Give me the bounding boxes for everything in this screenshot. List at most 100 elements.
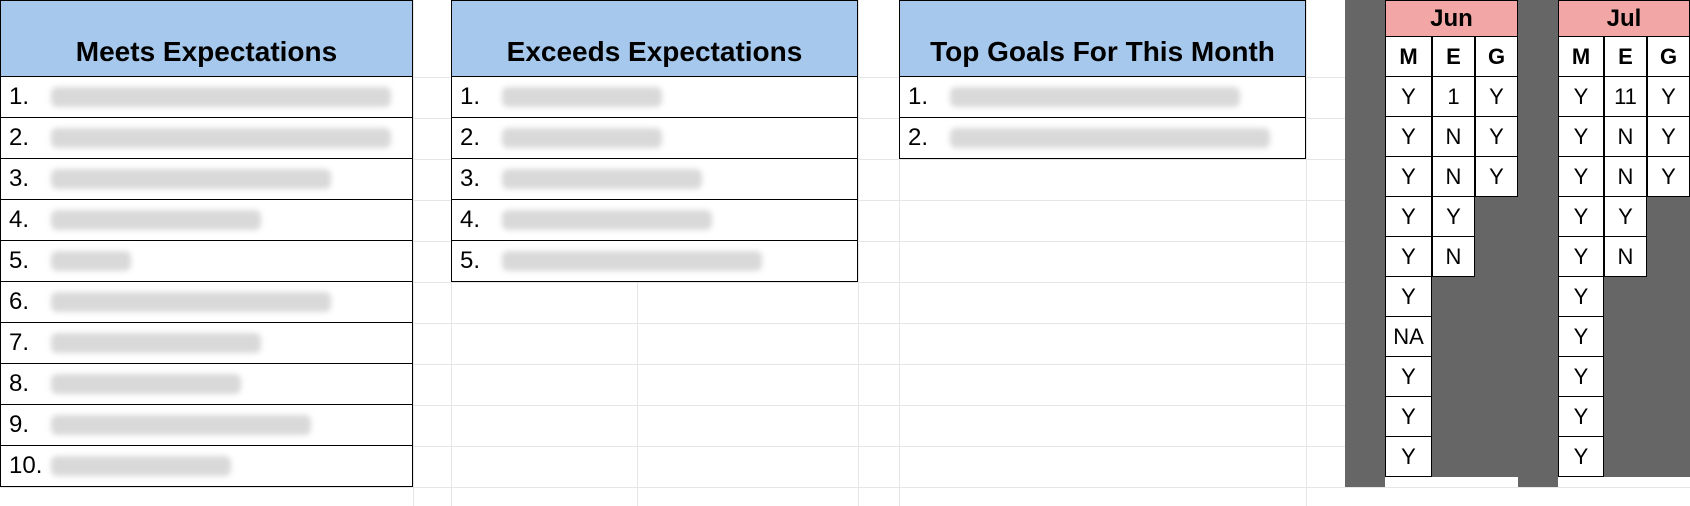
month-cell[interactable]: Y bbox=[1558, 437, 1604, 477]
month-col-head[interactable]: M bbox=[1385, 37, 1432, 77]
month-cell[interactable]: Y bbox=[1647, 117, 1690, 157]
month-cell[interactable]: Y bbox=[1385, 357, 1432, 397]
month-cell[interactable]: Y bbox=[1385, 237, 1432, 277]
goals-item[interactable]: 1. bbox=[899, 77, 1306, 118]
month-cell[interactable]: Y bbox=[1558, 157, 1604, 197]
month-cell[interactable]: N bbox=[1604, 117, 1647, 157]
item-number: 2. bbox=[9, 124, 47, 152]
month-col-head[interactable]: G bbox=[1647, 37, 1690, 77]
month-cell-empty bbox=[1604, 437, 1647, 477]
goals-item[interactable]: 2. bbox=[899, 118, 1306, 159]
month-cell-empty bbox=[1604, 357, 1647, 397]
month-cell[interactable]: Y bbox=[1558, 77, 1604, 117]
month-cell[interactable]: NA bbox=[1385, 317, 1432, 357]
month-cell-empty bbox=[1475, 397, 1518, 437]
month-cell[interactable]: 11 bbox=[1604, 77, 1647, 117]
month-cell[interactable]: Y bbox=[1385, 397, 1432, 437]
meets-item[interactable]: 10. bbox=[0, 446, 413, 487]
month-cell[interactable]: Y bbox=[1558, 197, 1604, 237]
month-cell[interactable]: Y bbox=[1432, 197, 1475, 237]
exceeds-title: Exceeds Expectations bbox=[507, 36, 803, 68]
goals-header[interactable]: Top Goals For This Month bbox=[899, 0, 1306, 77]
month-cell-empty bbox=[1647, 397, 1690, 437]
exceeds-item[interactable]: 5. bbox=[451, 241, 858, 282]
month-cell[interactable]: Y bbox=[1558, 317, 1604, 357]
month-cell[interactable]: Y bbox=[1558, 277, 1604, 317]
exceeds-item[interactable]: 4. bbox=[451, 200, 858, 241]
month-col-head[interactable]: E bbox=[1432, 37, 1475, 77]
redacted-text bbox=[502, 210, 712, 230]
item-number: 3. bbox=[9, 165, 47, 193]
redacted-text bbox=[51, 333, 261, 353]
month-cell[interactable]: Y bbox=[1475, 77, 1518, 117]
item-number: 1. bbox=[908, 83, 946, 111]
meets-item[interactable]: 6. bbox=[0, 282, 413, 323]
month-cell[interactable]: Y bbox=[1558, 397, 1604, 437]
month-cell[interactable]: N bbox=[1604, 237, 1647, 277]
month-cell[interactable]: N bbox=[1432, 237, 1475, 277]
redacted-text bbox=[502, 87, 662, 107]
month-cell[interactable]: Y bbox=[1558, 357, 1604, 397]
month-cell[interactable]: Y bbox=[1385, 197, 1432, 237]
month-cell[interactable]: N bbox=[1604, 157, 1647, 197]
meets-item[interactable]: 7. bbox=[0, 323, 413, 364]
exceeds-item[interactable]: 2. bbox=[451, 118, 858, 159]
meets-item[interactable]: 8. bbox=[0, 364, 413, 405]
month-cell[interactable]: Y bbox=[1385, 437, 1432, 477]
meets-item[interactable]: 5. bbox=[0, 241, 413, 282]
meets-item[interactable]: 2. bbox=[0, 118, 413, 159]
month-cell-empty bbox=[1604, 277, 1647, 317]
meets-item[interactable]: 9. bbox=[0, 405, 413, 446]
goals-title: Top Goals For This Month bbox=[930, 36, 1275, 68]
meets-item[interactable]: 3. bbox=[0, 159, 413, 200]
month-cell[interactable]: N bbox=[1432, 157, 1475, 197]
month-cell[interactable]: Y bbox=[1604, 197, 1647, 237]
item-number: 2. bbox=[460, 124, 498, 152]
month-cell-empty bbox=[1647, 357, 1690, 397]
grey-divider bbox=[1345, 0, 1385, 487]
month-cell[interactable]: Y bbox=[1475, 157, 1518, 197]
month-cell[interactable]: Y bbox=[1475, 117, 1518, 157]
month-cell[interactable]: Y bbox=[1385, 117, 1432, 157]
month-cell-empty bbox=[1647, 317, 1690, 357]
month-cell-empty bbox=[1432, 277, 1475, 317]
meets-header[interactable]: Meets Expectations bbox=[0, 0, 413, 77]
exceeds-item[interactable]: 3. bbox=[451, 159, 858, 200]
exceeds-header[interactable]: Exceeds Expectations bbox=[451, 0, 858, 77]
month-jul-title[interactable]: Jul bbox=[1558, 0, 1690, 37]
meets-item[interactable]: 1. bbox=[0, 77, 413, 118]
month-cell[interactable]: Y bbox=[1385, 277, 1432, 317]
month-cell[interactable]: N bbox=[1432, 117, 1475, 157]
grey-divider bbox=[1518, 0, 1558, 487]
month-cell-empty bbox=[1475, 437, 1518, 477]
redacted-text bbox=[51, 456, 231, 476]
month-cell[interactable]: Y bbox=[1647, 77, 1690, 117]
month-jun: Jun MEGY1YYNYYNYYYYNYNAYYY bbox=[1385, 0, 1518, 477]
month-jun-title[interactable]: Jun bbox=[1385, 0, 1518, 37]
redacted-text bbox=[950, 87, 1240, 107]
month-cell[interactable]: Y bbox=[1385, 77, 1432, 117]
month-cell[interactable]: 1 bbox=[1432, 77, 1475, 117]
month-cell[interactable]: Y bbox=[1558, 117, 1604, 157]
month-cell-empty bbox=[1432, 317, 1475, 357]
redacted-text bbox=[502, 169, 702, 189]
meets-item[interactable]: 4. bbox=[0, 200, 413, 241]
month-cell[interactable]: Y bbox=[1558, 237, 1604, 277]
month-jul: Jul MEGY11YYNYYNYYYYNYYYYY bbox=[1558, 0, 1690, 477]
item-number: 4. bbox=[460, 206, 498, 234]
redacted-text bbox=[502, 128, 662, 148]
item-number: 8. bbox=[9, 370, 47, 398]
month-cell-empty bbox=[1475, 277, 1518, 317]
redacted-text bbox=[51, 128, 391, 148]
month-cell[interactable]: Y bbox=[1647, 157, 1690, 197]
redacted-text bbox=[51, 415, 311, 435]
exceeds-item[interactable]: 1. bbox=[451, 77, 858, 118]
month-cell[interactable]: Y bbox=[1385, 157, 1432, 197]
month-col-head[interactable]: G bbox=[1475, 37, 1518, 77]
month-cell-empty bbox=[1604, 317, 1647, 357]
month-cell-empty bbox=[1475, 317, 1518, 357]
item-number: 7. bbox=[9, 329, 47, 357]
month-col-head[interactable]: M bbox=[1558, 37, 1604, 77]
month-cell-empty bbox=[1475, 237, 1518, 277]
month-col-head[interactable]: E bbox=[1604, 37, 1647, 77]
